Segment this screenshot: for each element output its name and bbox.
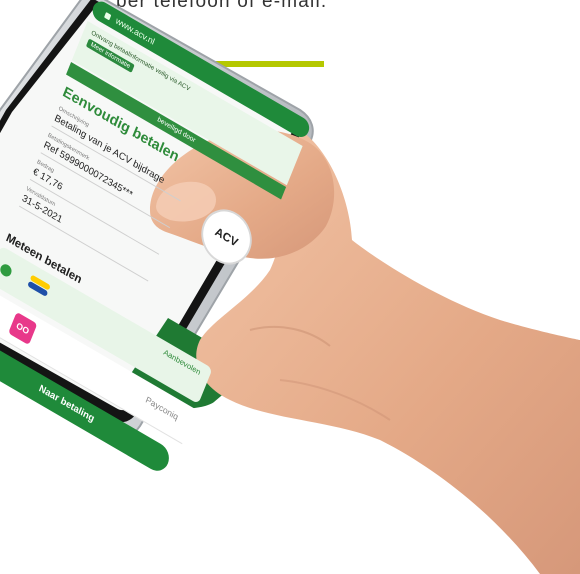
bank-logo-icon: [27, 274, 51, 298]
payment-method-label: Payconiq: [144, 394, 180, 423]
lock-icon: [104, 11, 112, 21]
payconiq-logo-icon: OO: [8, 311, 38, 346]
acv-logo-badge: ACV: [193, 199, 260, 275]
check-circle-icon: [0, 262, 14, 279]
field-value-reference: Ref 5999000072345***: [42, 139, 135, 201]
recommended-tag: Aanbevolen: [162, 347, 202, 377]
